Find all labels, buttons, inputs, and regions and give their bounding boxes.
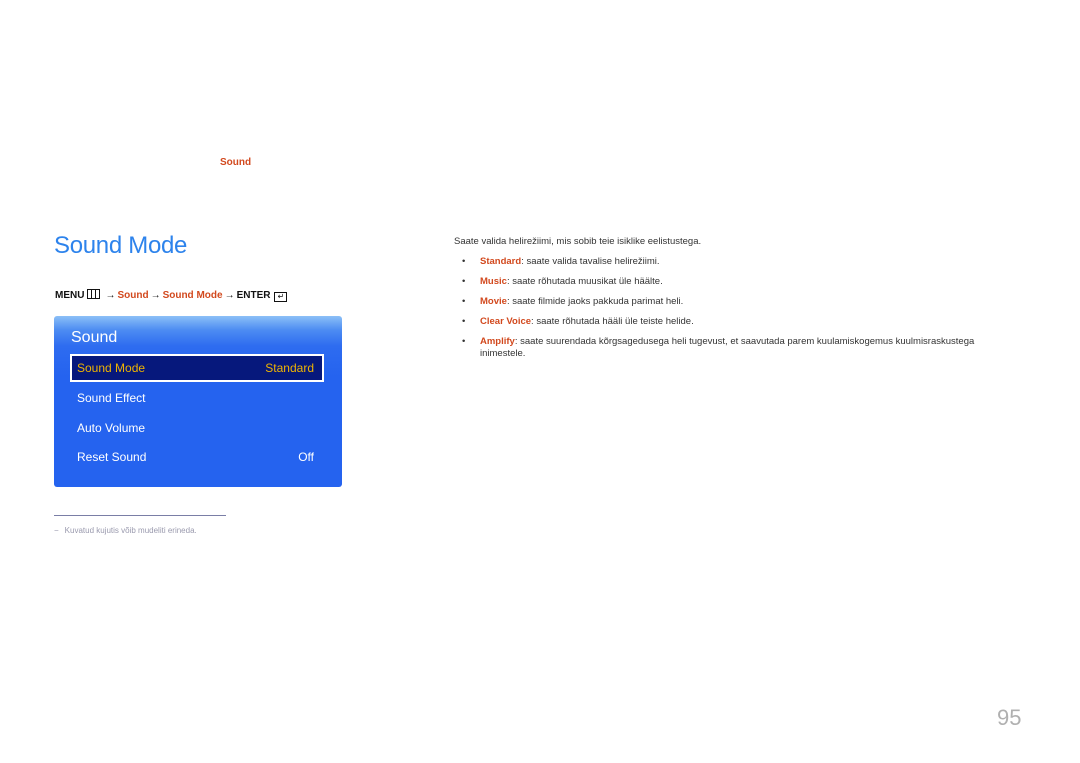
chapter-label: Sound [220, 157, 252, 168]
list-item: • Standard: saate valida tavalise helirež… [462, 256, 1022, 268]
list-item: • Amplify: saate suurendada kõrgsageduseg… [462, 336, 1022, 360]
osd-title: Sound [71, 329, 118, 346]
footnote-dash: − [54, 526, 59, 535]
option-text: : saate rõhutada muusikat üle häälte. [506, 276, 663, 287]
option-term: Clear Voice [480, 316, 532, 327]
footnote-divider [54, 515, 226, 516]
osd-item-sound-effect[interactable]: Sound Effect [70, 385, 324, 411]
options-list: • Standard: saate valida tavalise helirež… [462, 256, 1022, 368]
bullet-icon: • [462, 316, 466, 327]
sound-menu-osd: Sound Sound Mode Standard Sound Effect A… [54, 316, 342, 487]
list-item: • Music: saate rõhutada muusikat üle hääl… [462, 276, 1022, 288]
menu-label: MENU [55, 290, 85, 301]
menu-grid-icon [87, 289, 101, 299]
path-step-sound-mode: Sound Mode [162, 290, 223, 301]
option-text: : saate valida tavalise helirežiimi. [521, 256, 660, 267]
osd-item-value: Standard [265, 361, 314, 375]
osd-item-sound-mode[interactable]: Sound Mode Standard [70, 354, 324, 382]
osd-item-label: Sound Effect [77, 391, 146, 405]
option-text: : saate rõhutada hääli üle teiste helide… [531, 316, 694, 327]
option-term: Movie [480, 296, 507, 307]
page-number: 95 [997, 705, 1022, 730]
osd-item-reset-sound[interactable]: Reset Sound Off [70, 444, 324, 470]
osd-item-label: Auto Volume [77, 421, 146, 435]
menu-path: MENU → Sound → Sound Mode → ENTER ↵ [55, 289, 288, 302]
enter-label: ENTER [236, 290, 271, 301]
footnote-text: Kuvatud kujutis võib mudeliti erineda. [64, 526, 197, 535]
bullet-icon: • [462, 296, 466, 307]
arrow: → [150, 290, 161, 301]
option-term: Amplify [480, 336, 515, 347]
option-text: : saate filmide jaoks pakkuda parimat he… [506, 296, 684, 307]
arrow: → [105, 290, 116, 301]
osd-item-value: Off [298, 450, 314, 464]
option-term: Standard [480, 256, 522, 267]
osd-item-auto-volume[interactable]: Auto Volume [70, 415, 324, 441]
enter-icon: ↵ [274, 292, 288, 302]
option-term: Music [480, 276, 507, 287]
bullet-icon: • [462, 336, 466, 347]
section-description: Saate valida helirežiimi, mis sobib teie… [454, 236, 702, 247]
arrow: → [224, 290, 235, 301]
option-text: : saate suurendada kõrgsagedusega heli t… [480, 336, 975, 359]
osd-item-label: Sound Mode [77, 361, 146, 375]
list-item: • Movie: saate filmide jaoks pakkuda pari… [462, 296, 1022, 308]
list-item: • Clear Voice: saate rõhutada hääli üle t… [462, 316, 1022, 328]
bullet-icon: • [462, 256, 466, 267]
section-title: Sound Mode [54, 232, 188, 259]
bullet-icon: • [462, 276, 466, 287]
path-step-sound: Sound [117, 290, 149, 301]
footnote: − Kuvatud kujutis võib mudeliti erineda. [54, 526, 197, 535]
osd-item-label: Reset Sound [77, 450, 147, 464]
